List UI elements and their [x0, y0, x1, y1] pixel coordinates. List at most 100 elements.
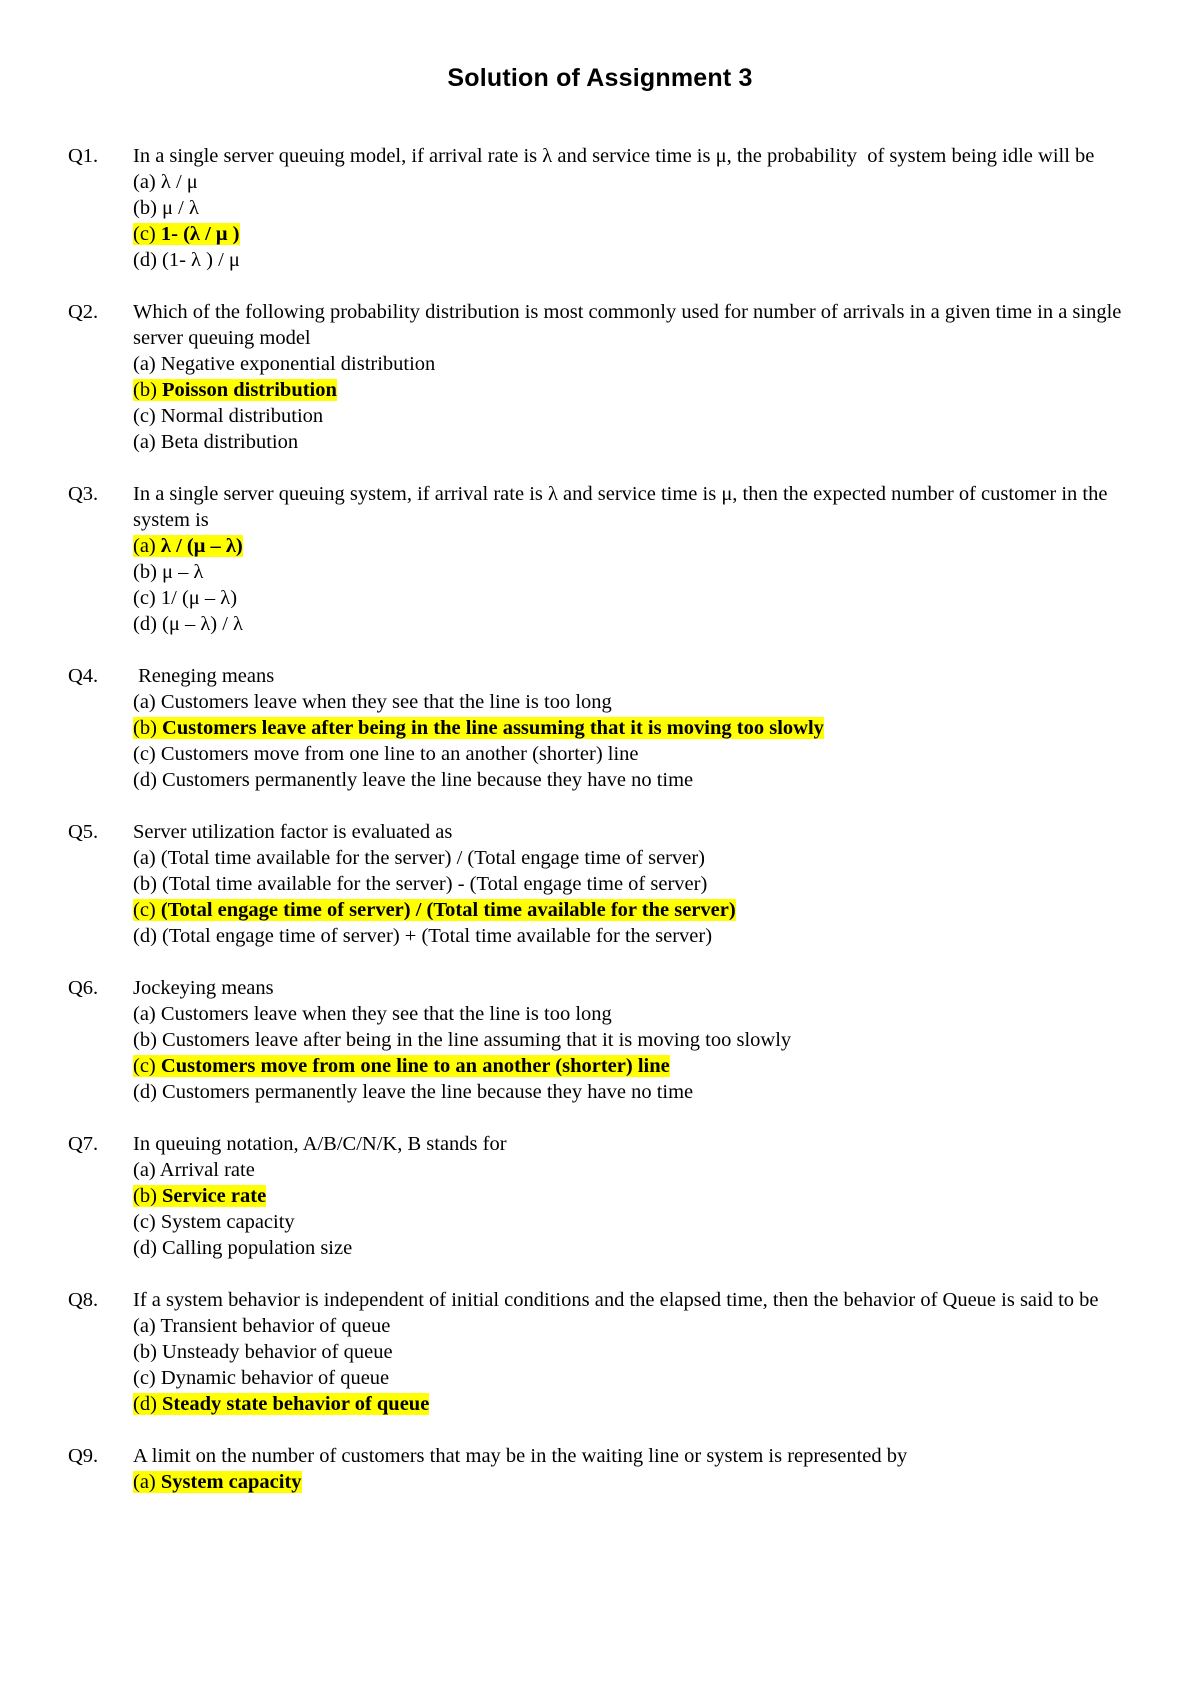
- question-body: A limit on the number of customers that …: [133, 1443, 1138, 1495]
- option-highlight-span: (c) Dynamic behavior of queue: [133, 1367, 389, 1389]
- option-key: (a): [133, 1470, 156, 1493]
- option-row[interactable]: (c) Dynamic behavior of queue: [133, 1365, 1138, 1391]
- option-row[interactable]: (c) Normal distribution: [133, 403, 1138, 429]
- option-key: (a): [133, 430, 156, 453]
- option-row[interactable]: (d) (1- λ ) / μ: [133, 247, 1138, 273]
- option-row-highlighted[interactable]: (b) Service rate: [133, 1183, 1138, 1209]
- option-row[interactable]: (d) Customers permanently leave the line…: [133, 767, 1138, 793]
- option-row-highlighted[interactable]: (a) λ / (μ – λ): [133, 533, 1138, 559]
- option-list: (a) λ / (μ – λ) (b) μ – λ (c) 1/ (μ – λ) (d…: [133, 533, 1138, 637]
- option-key: (a): [133, 352, 156, 375]
- option-list: (a) Customers leave when they see that t…: [133, 1001, 1138, 1105]
- option-row-highlighted[interactable]: (d) Steady state behavior of queue: [133, 1391, 1138, 1417]
- question-body: In queuing notation, A/B/C/N/K, B stands…: [133, 1131, 1138, 1261]
- option-row[interactable]: (b) Unsteady behavior of queue: [133, 1339, 1138, 1365]
- option-highlight-span: (d) Customers permanently leave the line…: [133, 1081, 693, 1103]
- option-key: (b): [133, 378, 157, 401]
- option-row[interactable]: (a) Customers leave when they see that t…: [133, 1001, 1138, 1027]
- option-highlight-span: (a) Negative exponential distribution: [133, 353, 435, 375]
- option-row[interactable]: (b) (Total time available for the server…: [133, 871, 1138, 897]
- document-page: Solution of Assignment 3 Q1. In a single …: [0, 0, 1200, 1697]
- option-row[interactable]: (a) Beta distribution: [133, 429, 1138, 455]
- option-text: Customers move from one line to an anoth…: [155, 1054, 670, 1077]
- option-text: μ – λ: [156, 560, 204, 583]
- question-number: Q1.: [68, 144, 99, 167]
- option-highlight-span: (a) Transient behavior of queue: [133, 1315, 390, 1337]
- option-row-highlighted[interactable]: (c) (Total engage time of server) / (Tot…: [133, 897, 1138, 923]
- option-row[interactable]: (a) Customers leave when they see that t…: [133, 689, 1138, 715]
- option-text: Arrival rate: [155, 1158, 255, 1181]
- option-key: (c): [133, 404, 156, 427]
- option-key: (a): [133, 1158, 156, 1181]
- question-stem: In a single server queuing system, if ar…: [133, 482, 1113, 531]
- option-text: Customers permanently leave the line bec…: [156, 1080, 694, 1103]
- option-list: (a) λ / μ (b) μ / λ (c) 1- (λ / μ ) (d) (1-…: [133, 169, 1138, 273]
- option-highlight-span: (a) Customers leave when they see that t…: [133, 691, 612, 713]
- option-highlight-span: (d) (Total engage time of server) + (Tot…: [133, 925, 712, 947]
- option-text: System capacity: [155, 1210, 295, 1233]
- option-row-highlighted[interactable]: (b) Customers leave after being in the l…: [133, 715, 1138, 741]
- option-highlight-span: (c) 1/ (μ – λ): [133, 587, 237, 609]
- option-row[interactable]: (a) (Total time available for the server…: [133, 845, 1138, 871]
- option-row[interactable]: (a) Negative exponential distribution: [133, 351, 1138, 377]
- question-stem: Jockeying means: [133, 976, 274, 999]
- question-list: Q1. In a single server queuing model, if …: [0, 93, 1200, 1495]
- option-highlight-span: (b) Customers leave after being in the l…: [133, 1029, 791, 1051]
- option-row-highlighted[interactable]: (c) 1- (λ / μ ): [133, 221, 1138, 247]
- option-highlight-span: (b) (Total time available for the server…: [133, 873, 707, 895]
- option-highlight-span: (a) Beta distribution: [133, 431, 298, 453]
- question-block: Q5. Server utilization factor is evaluate…: [68, 819, 1138, 949]
- option-row[interactable]: (a) λ / μ: [133, 169, 1138, 195]
- option-highlight-span: (a) Customers leave when they see that t…: [133, 1003, 612, 1025]
- question-stem: In queuing notation, A/B/C/N/K, B stands…: [133, 1132, 507, 1155]
- option-text: Poisson distribution: [156, 378, 337, 401]
- option-highlight-span: (c) System capacity: [133, 1211, 295, 1233]
- option-row[interactable]: (d) (Total engage time of server) + (Tot…: [133, 923, 1138, 949]
- option-highlight-span: (a) Arrival rate: [133, 1159, 255, 1181]
- question-block: Q1. In a single server queuing model, if …: [68, 143, 1138, 273]
- question-stem: Reneging means: [133, 664, 275, 687]
- option-text: 1- (λ / μ ): [155, 222, 240, 245]
- option-text: 1/ (μ – λ): [155, 586, 238, 609]
- option-row[interactable]: (c) Customers move from one line to an a…: [133, 741, 1138, 767]
- option-text: Steady state behavior of queue: [156, 1392, 430, 1415]
- question-stem: In a single server queuing model, if arr…: [133, 144, 1095, 167]
- option-text: Calling population size: [156, 1236, 353, 1259]
- option-key: (b): [133, 1028, 157, 1051]
- option-row-highlighted[interactable]: (c) Customers move from one line to an a…: [133, 1053, 1138, 1079]
- question-block: Q6. Jockeying means (a) Customers leave wh…: [68, 975, 1138, 1105]
- option-row[interactable]: (b) Customers leave after being in the l…: [133, 1027, 1138, 1053]
- question-stem: Server utilization factor is evaluated a…: [133, 820, 453, 843]
- option-text: Transient behavior of queue: [155, 1314, 391, 1337]
- option-row-highlighted[interactable]: (a) System capacity: [133, 1469, 1138, 1495]
- option-row[interactable]: (d) (μ – λ) / λ: [133, 611, 1138, 637]
- option-highlight-span: (c) Customers move from one line to an a…: [133, 743, 639, 765]
- question-block: Q2. Which of the following probability di…: [68, 299, 1138, 455]
- question-block: Q3. In a single server queuing system, if…: [68, 481, 1138, 637]
- option-text: Customers leave after being in the line …: [156, 1028, 792, 1051]
- option-row[interactable]: (d) Customers permanently leave the line…: [133, 1079, 1138, 1105]
- option-row[interactable]: (d) Calling population size: [133, 1235, 1138, 1261]
- option-text: Unsteady behavior of queue: [156, 1340, 393, 1363]
- option-row[interactable]: (b) μ / λ: [133, 195, 1138, 221]
- option-row[interactable]: (a) Arrival rate: [133, 1157, 1138, 1183]
- option-key: (b): [133, 1184, 157, 1207]
- option-row[interactable]: (c) System capacity: [133, 1209, 1138, 1235]
- question-number: Q2.: [68, 300, 99, 323]
- question-block: Q8. If a system behavior is independent o…: [68, 1287, 1138, 1417]
- option-row[interactable]: (b) μ – λ: [133, 559, 1138, 585]
- option-text: Customers leave when they see that the l…: [155, 1002, 612, 1025]
- option-key: (c): [133, 1366, 156, 1389]
- option-key: (c): [133, 742, 156, 765]
- option-highlight-span: (b) Poisson distribution: [133, 378, 337, 401]
- option-text: System capacity: [155, 1470, 302, 1493]
- option-text: (μ – λ) / λ: [156, 612, 244, 635]
- option-row-highlighted[interactable]: (b) Poisson distribution: [133, 377, 1138, 403]
- option-list: (a) System capacity: [133, 1469, 1138, 1495]
- option-key: (b): [133, 872, 157, 895]
- option-text: Beta distribution: [155, 430, 299, 453]
- option-key: (a): [133, 846, 156, 869]
- option-row[interactable]: (c) 1/ (μ – λ): [133, 585, 1138, 611]
- option-row[interactable]: (a) Transient behavior of queue: [133, 1313, 1138, 1339]
- option-highlight-span: (b) Customers leave after being in the l…: [133, 716, 824, 739]
